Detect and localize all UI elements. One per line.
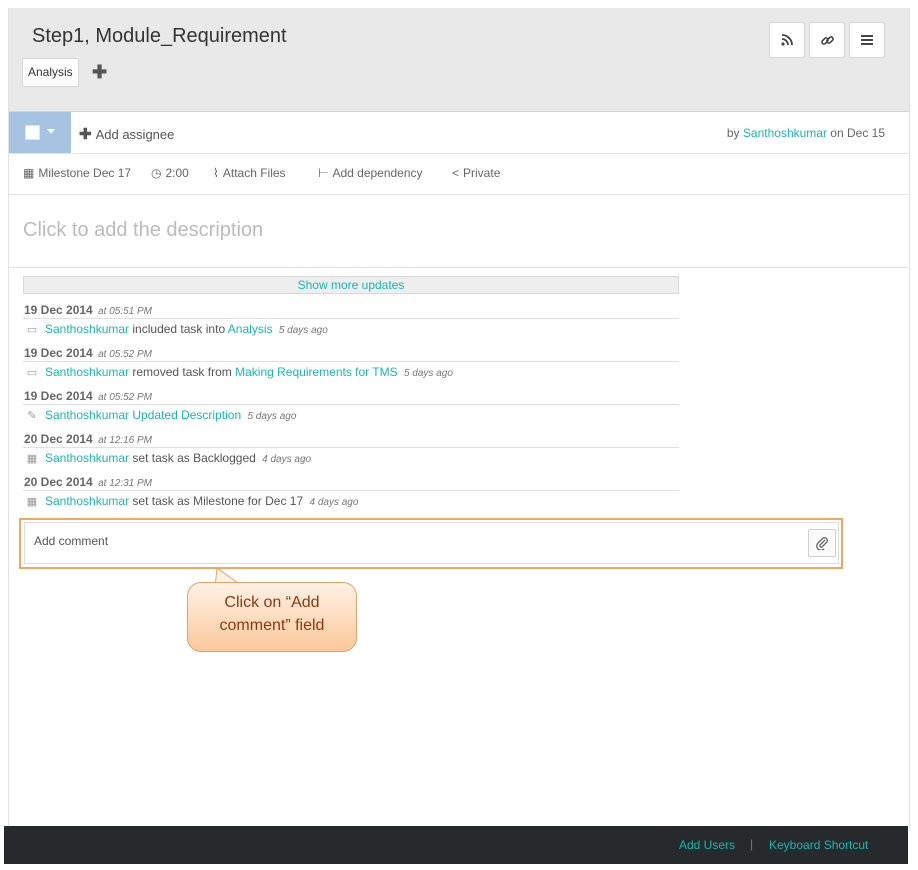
footer-separator: | xyxy=(750,837,754,851)
attach-comment-button[interactable] xyxy=(808,529,836,557)
add-comment-field[interactable]: Add comment xyxy=(24,522,839,564)
task-header: Step1, Module_Requirement Analysis ✚ xyxy=(9,8,909,112)
pencil-icon: ✎ xyxy=(27,410,37,422)
clock-icon: ◷ xyxy=(151,166,162,180)
rss-button[interactable] xyxy=(769,22,805,58)
user-link[interactable]: Santhoshkumar xyxy=(45,322,129,336)
user-link[interactable]: Santhoshkumar xyxy=(45,494,129,508)
show-more-updates-button[interactable]: Show more updates xyxy=(23,276,679,294)
assign-row: ✚ Add assignee by Santhoshkumar on Dec 15 xyxy=(9,112,909,154)
update-item: 19 Dec 2014 at 05:52 PM ✎ Santhoshkumar U… xyxy=(23,388,679,431)
divider xyxy=(23,447,679,448)
divider xyxy=(23,404,679,405)
menu-button[interactable] xyxy=(849,22,885,58)
author-link[interactable]: Santhoshkumar xyxy=(743,126,827,140)
callout-line-2: comment” field xyxy=(219,617,325,634)
update-text: ✎ Santhoshkumar Updated Description 5 day… xyxy=(25,408,296,422)
update-item: 20 Dec 2014 at 12:31 PM ▦ Santhoshkumar s… xyxy=(23,474,679,517)
update-date: 19 Dec 2014 at 05:52 PM xyxy=(24,346,152,360)
calendar-icon: ▦ xyxy=(26,496,38,508)
created-by: by Santhoshkumar on Dec 15 xyxy=(727,126,885,140)
plus-icon: ✚ xyxy=(79,126,92,143)
milestone-label: Milestone Dec 17 xyxy=(38,166,132,180)
task-title[interactable]: Step1, Module_Requirement xyxy=(32,25,287,48)
by-prefix: by xyxy=(726,126,740,140)
keyboard-shortcut-link[interactable]: Keyboard Shortcut xyxy=(769,838,868,852)
update-item: 19 Dec 2014 at 05:51 PM ▭ Santhoshkumar i… xyxy=(23,302,679,345)
update-item: 19 Dec 2014 at 05:52 PM ▭ Santhoshkumar r… xyxy=(23,345,679,388)
update-text: ▦ Santhoshkumar set task as Backlogged 4 … xyxy=(26,451,312,465)
add-tag-icon[interactable]: ✚ xyxy=(92,62,107,83)
update-text: ▭ Santhoshkumar removed task from Making … xyxy=(26,365,453,379)
description-area[interactable]: Click to add the description xyxy=(9,195,909,268)
folder-icon: ▭ xyxy=(26,324,38,336)
chevron-down-icon xyxy=(47,129,55,134)
add-users-link[interactable]: Add Users xyxy=(679,838,735,852)
update-date: 20 Dec 2014 at 12:31 PM xyxy=(24,475,152,489)
time-label: 2:00 xyxy=(165,166,189,180)
description-placeholder[interactable]: Click to add the description xyxy=(23,219,263,242)
divider xyxy=(23,318,679,319)
footer-bar: Add Users | Keyboard Shortcut xyxy=(4,826,908,864)
paperclip-icon: ⌇ xyxy=(213,166,219,180)
attach-files-label: Attach Files xyxy=(222,166,286,180)
add-assignee-button[interactable]: ✚ Add assignee xyxy=(79,125,174,143)
update-item: 20 Dec 2014 at 12:16 PM ▦ Santhoshkumar s… xyxy=(23,431,679,474)
link-button[interactable] xyxy=(809,22,845,58)
calendar-icon: ▦ xyxy=(23,166,35,180)
status-checkbox[interactable] xyxy=(25,125,40,140)
task-panel: Step1, Module_Requirement Analysis ✚ ✚ A… xyxy=(8,8,910,828)
target-link[interactable]: Updated Description xyxy=(132,408,241,422)
updates-list: 19 Dec 2014 at 05:51 PM ▭ Santhoshkumar i… xyxy=(23,302,679,517)
instruction-callout: Click on “Add comment” field xyxy=(187,582,357,652)
update-date: 19 Dec 2014 at 05:52 PM xyxy=(24,389,152,403)
created-date: on Dec 15 xyxy=(830,126,885,140)
user-link[interactable]: Santhoshkumar xyxy=(45,365,129,379)
folder-icon: ▭ xyxy=(26,367,38,379)
meta-row: ▦ Milestone Dec 17 ◷ 2:00 ⌇ Attach Files ⊢ A… xyxy=(9,154,909,195)
tag-analysis[interactable]: Analysis xyxy=(22,58,79,87)
divider xyxy=(23,361,679,362)
comment-placeholder: Add comment xyxy=(34,534,109,548)
user-link[interactable]: Santhoshkumar xyxy=(45,408,129,422)
paperclip-icon xyxy=(816,537,828,550)
calendar-icon: ▦ xyxy=(26,453,38,465)
update-date: 19 Dec 2014 at 05:51 PM xyxy=(24,303,152,317)
attach-files-button[interactable]: ⌇ Attach Files xyxy=(213,166,286,180)
add-assignee-label: Add assignee xyxy=(95,127,175,142)
target-link[interactable]: Analysis xyxy=(228,322,273,336)
target-link[interactable]: Making Requirements for TMS xyxy=(235,365,398,379)
add-dependency-button[interactable]: ⊢ Add dependency xyxy=(318,166,423,180)
share-icon: < xyxy=(452,166,460,180)
update-date: 20 Dec 2014 at 12:16 PM xyxy=(24,432,152,446)
divider xyxy=(23,490,679,491)
user-link[interactable]: Santhoshkumar xyxy=(45,451,129,465)
update-text: ▦ Santhoshkumar set task as Milestone for… xyxy=(26,494,359,508)
time-button[interactable]: ◷ 2:00 xyxy=(151,166,189,180)
menu-icon xyxy=(861,35,873,45)
privacy-label: Private xyxy=(463,166,501,180)
rss-icon xyxy=(781,34,793,46)
privacy-button[interactable]: < Private xyxy=(452,166,500,180)
milestone-button[interactable]: ▦ Milestone Dec 17 xyxy=(23,166,131,180)
status-dropdown[interactable] xyxy=(9,112,71,153)
callout-line-1: Click on “Add xyxy=(224,594,320,611)
link-icon xyxy=(820,35,834,45)
add-dependency-label: Add dependency xyxy=(332,166,423,180)
update-text: ▭ Santhoshkumar included task into Analys… xyxy=(26,322,328,336)
dependency-icon: ⊢ xyxy=(318,166,329,180)
